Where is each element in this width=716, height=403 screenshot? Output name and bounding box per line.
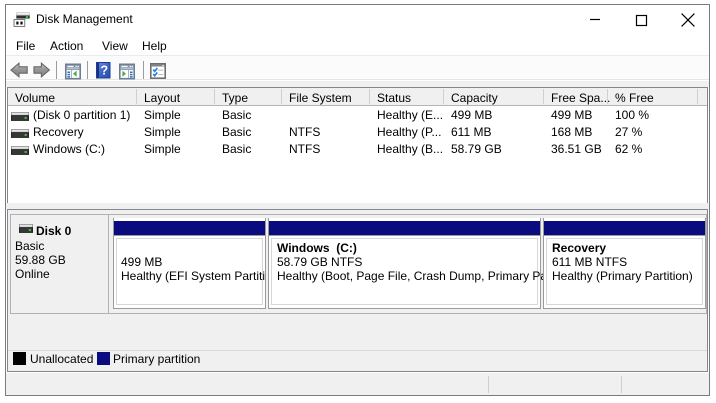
- svg-text:?: ?: [100, 64, 108, 78]
